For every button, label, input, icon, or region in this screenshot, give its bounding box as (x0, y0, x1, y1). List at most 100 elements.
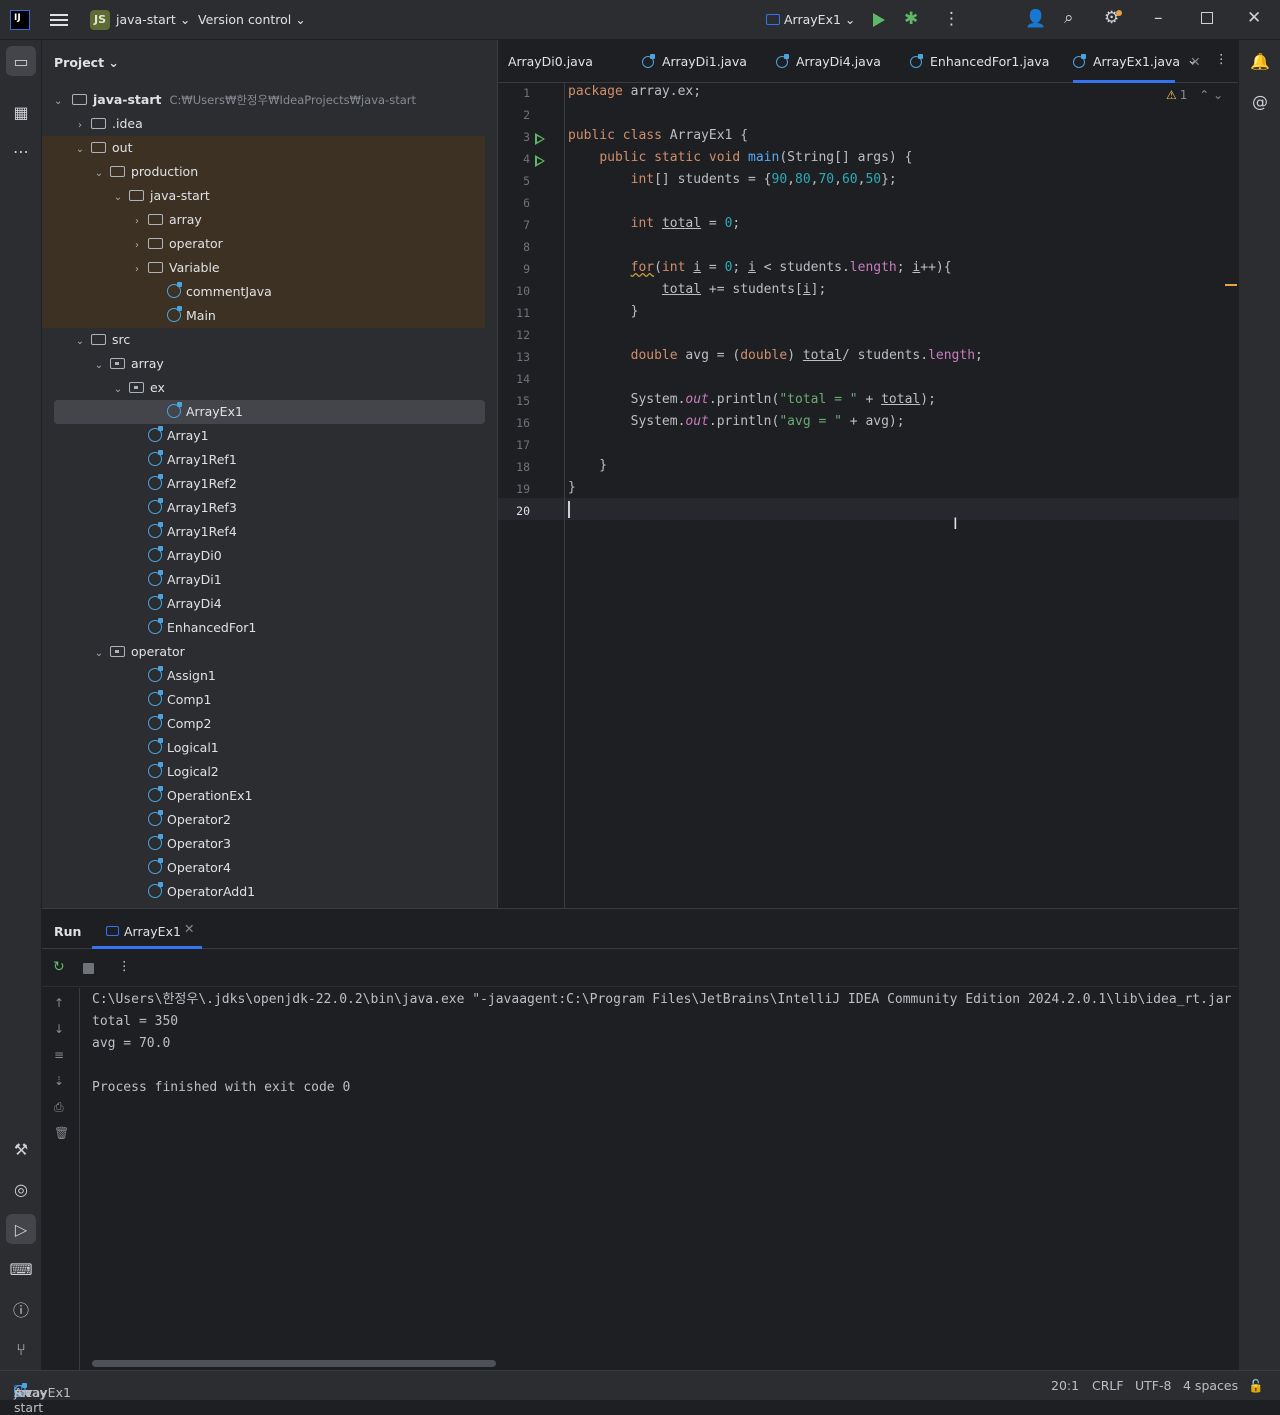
project-tool-icon[interactable]: ▭ (6, 46, 36, 76)
chevron-down-icon[interactable]: ⌄ (92, 162, 106, 186)
line-separator[interactable]: CRLF (1092, 1378, 1124, 1393)
debug-icon[interactable]: ✱ (904, 9, 918, 29)
run-title[interactable]: Run (54, 924, 81, 939)
tree-item[interactable]: EnhancedFor1 (42, 616, 485, 640)
scroll-to-end-icon[interactable]: ⇣ (54, 1074, 64, 1088)
code-line-16[interactable]: System.out.println("avg = " + avg); (568, 414, 905, 429)
warning-indicator[interactable]: ⚠ 1 ⌃ ⌄ (1166, 88, 1223, 102)
project-selector[interactable]: java-start ⌄ (116, 12, 190, 27)
services-icon[interactable]: ◎ (6, 1174, 36, 1204)
tree-item[interactable]: Array1Ref2 (42, 472, 485, 496)
close-tab-icon[interactable]: ✕ (1190, 54, 1200, 69)
code-line-7[interactable]: int total = 0; (568, 216, 741, 231)
code-line-1[interactable]: package array.ex; (568, 84, 701, 99)
lock-icon[interactable]: 🔓 (1248, 1378, 1264, 1394)
print-icon[interactable]: ⎙ (54, 1100, 64, 1115)
tree-item[interactable]: Logical1 (42, 736, 485, 760)
tree-item[interactable]: commentJava (42, 280, 485, 304)
tree-item[interactable]: ArrayDi4 (42, 592, 485, 616)
more-tools-icon[interactable]: ⋯ (6, 136, 36, 166)
tree-item[interactable]: Comp2 (42, 712, 485, 736)
intellij-logo-icon[interactable]: IJ (10, 10, 30, 30)
chevron-right-icon[interactable]: › (130, 210, 144, 234)
chevron-down-icon[interactable]: ⌄ (92, 642, 106, 666)
tree-item[interactable]: Array1Ref3 (42, 496, 485, 520)
git-branch-icon[interactable]: ⑂ (6, 1334, 36, 1364)
editor-tab[interactable]: EnhancedFor1.java (910, 40, 1049, 83)
search-icon[interactable]: ⌕ (1064, 8, 1074, 28)
tree-item[interactable]: › operator (42, 232, 485, 256)
run-button[interactable] (873, 13, 885, 27)
gutter-run-icon[interactable] (535, 155, 545, 167)
tree-item[interactable]: ⌄ production (42, 160, 485, 184)
editor-tab[interactable]: ArrayDi1.java (642, 40, 747, 83)
more-actions-icon[interactable]: ⋮ (943, 9, 960, 29)
code-line-5[interactable]: int[] students = {90,80,70,60,50}; (568, 172, 897, 187)
chevron-down-icon[interactable]: ⌄ (111, 186, 125, 210)
indent-setting[interactable]: 4 spaces (1183, 1378, 1238, 1393)
warning-stripe[interactable] (1225, 284, 1237, 286)
tree-item[interactable]: ArrayDi0 (42, 544, 485, 568)
code-line-15[interactable]: System.out.println("total = " + total); (568, 392, 936, 407)
chevron-down-icon[interactable]: ⌄ (111, 378, 125, 402)
console-hscrollbar[interactable] (92, 1360, 496, 1367)
chevron-down-icon[interactable]: ⌄ (73, 138, 87, 162)
tree-item[interactable]: ⌄ java-start (42, 184, 485, 208)
tree-item[interactable]: OperationEx1 (42, 784, 485, 808)
notifications-bell-icon[interactable]: 🔔 (1245, 46, 1275, 76)
build-hammer-icon[interactable]: ⚒ (6, 1134, 36, 1164)
stop-icon[interactable] (83, 963, 94, 974)
tree-root-java-start[interactable]: ⌄ java-start C:₩Users₩한정우₩IdeaProjects₩jav… (42, 88, 485, 112)
tree-item[interactable]: ArrayEx1 (54, 400, 485, 424)
code-line-13[interactable]: double avg = (double) total/ students.le… (568, 348, 983, 363)
editor-tab[interactable]: ArrayDi4.java (776, 40, 881, 83)
run-tool-icon[interactable]: ▷ (6, 1214, 36, 1244)
tree-item[interactable]: Operator3 (42, 832, 485, 856)
project-panel-header[interactable]: Project ⌄ (42, 40, 497, 84)
close-icon[interactable]: ✕ (184, 909, 194, 949)
file-encoding[interactable]: UTF-8 (1135, 1378, 1171, 1393)
editor-tab[interactable]: ArrayDi0.java (508, 40, 593, 83)
minimize-icon[interactable]: – (1154, 8, 1163, 28)
tree-item[interactable]: ArrayDi1 (42, 568, 485, 592)
tree-item[interactable]: Operator2 (42, 808, 485, 832)
soft-wrap-icon[interactable]: ≡ (54, 1048, 64, 1062)
structure-tool-icon[interactable]: ▦ (6, 97, 36, 127)
gutter-run-icon[interactable] (535, 133, 545, 145)
tree-item[interactable]: ⌄ out (42, 136, 485, 160)
chevron-down-icon[interactable]: ⌄ (92, 354, 106, 378)
tree-item[interactable]: › array (42, 208, 485, 232)
tree-item[interactable]: ⌄ ex (42, 376, 485, 400)
tree-item[interactable]: Array1Ref1 (42, 448, 485, 472)
tabs-more-icon[interactable]: ⋮ (1215, 51, 1228, 66)
tree-item[interactable]: ⌄ operator (42, 640, 485, 664)
tree-item[interactable]: › .idea (42, 112, 485, 136)
chevron-right-icon[interactable]: › (130, 234, 144, 258)
tree-item[interactable]: Comp1 (42, 688, 485, 712)
tree-item[interactable]: OperatorAdd1 (42, 880, 485, 904)
terminal-icon[interactable]: ⌨ (6, 1254, 36, 1284)
tree-item[interactable]: › Variable (42, 256, 485, 280)
code-line-18[interactable]: } (568, 458, 607, 473)
chevron-right-icon[interactable]: › (130, 258, 144, 282)
vcs-selector[interactable]: Version control ⌄ (198, 12, 306, 27)
main-menu-icon[interactable] (50, 11, 68, 29)
console-output[interactable]: C:\Users\한정우\.jdks\openjdk-22.0.2\bin\ja… (92, 989, 1238, 1099)
editor-tab[interactable]: ArrayEx1.java ✕ (1073, 40, 1201, 83)
run-tab[interactable]: ArrayEx1 ✕ (92, 909, 202, 949)
code-line-9[interactable]: for(int i = 0; i < students.length; i++)… (568, 260, 952, 275)
tree-item[interactable]: Assign1 (42, 664, 485, 688)
chevron-down-icon[interactable]: ⌄ (73, 330, 87, 354)
maximize-icon[interactable] (1201, 12, 1213, 24)
scroll-up-icon[interactable]: ↑ (54, 996, 64, 1010)
code-line-3[interactable]: public class ArrayEx1 { (568, 128, 748, 143)
tree-item[interactable]: Array1 (42, 424, 485, 448)
add-user-icon[interactable]: 👤 (1025, 9, 1046, 29)
clear-trash-icon[interactable]: 🗑 (54, 1126, 69, 1140)
code-line-4[interactable]: public static void main(String[] args) { (568, 150, 912, 165)
code-line-11[interactable]: } (568, 304, 639, 319)
ai-assistant-icon[interactable]: @ (1245, 86, 1275, 116)
crumb-class[interactable]: ArrayEx1 (14, 1385, 71, 1400)
more-actions-icon[interactable]: ⋮ (118, 958, 131, 973)
chevron-right-icon[interactable]: › (73, 114, 87, 138)
